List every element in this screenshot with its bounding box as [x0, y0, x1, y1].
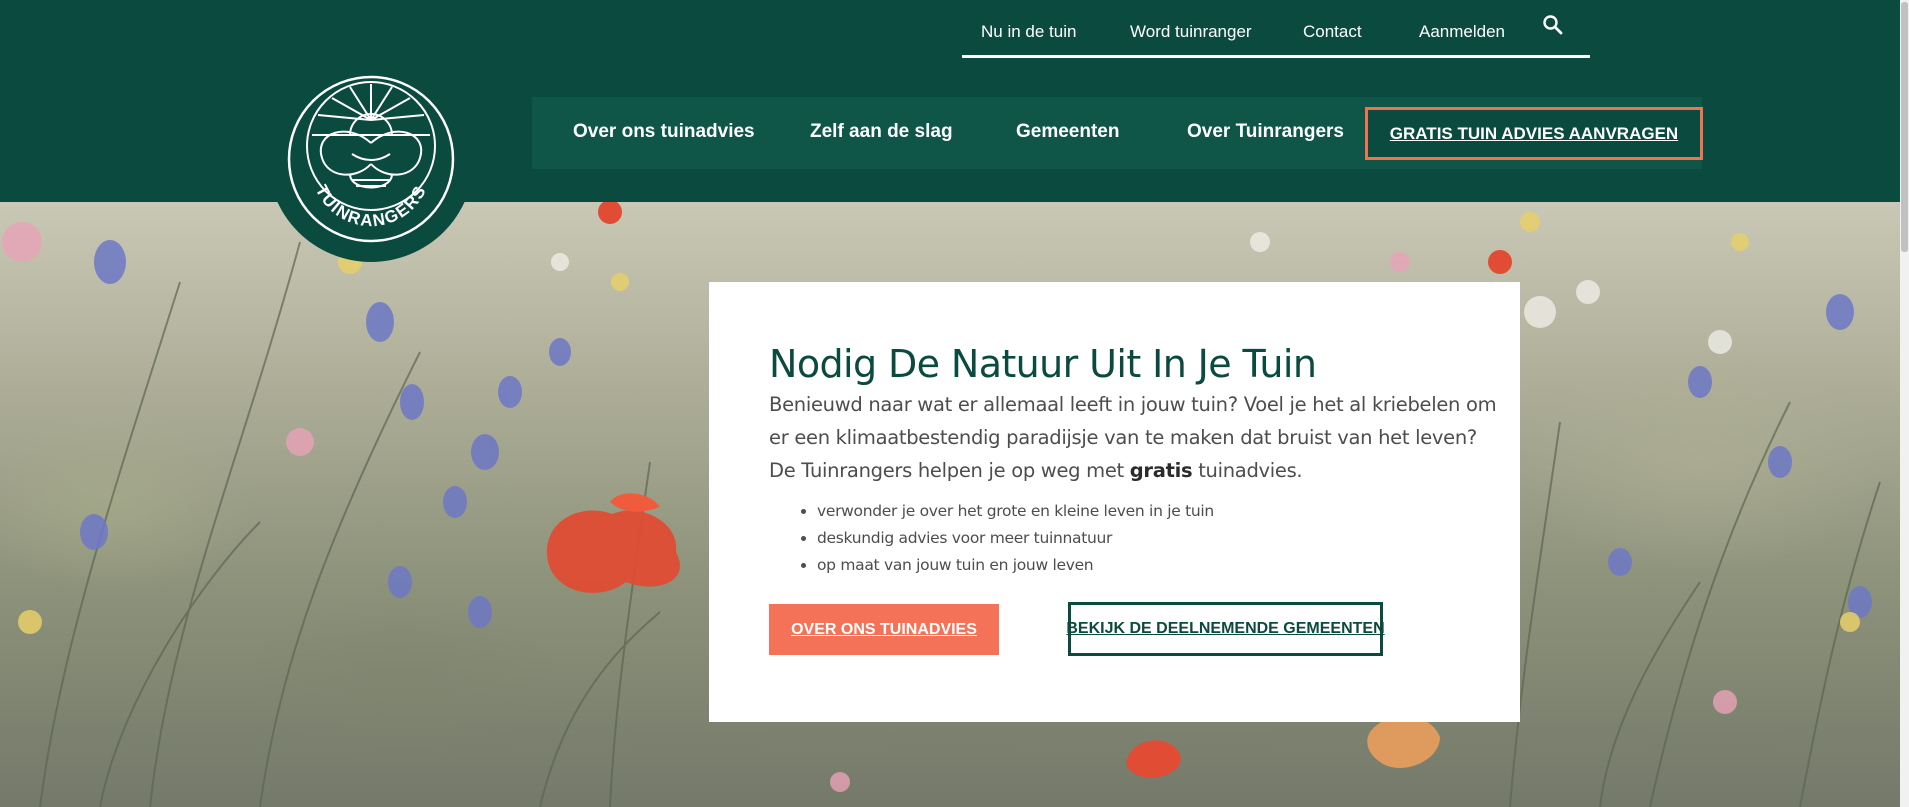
top-nav-item-contact[interactable]: Contact: [1303, 22, 1362, 42]
nav-item-over-tuinrangers[interactable]: Over Tuinrangers: [1187, 121, 1344, 143]
tuinrangers-logo[interactable]: TUINRANGERS: [268, 56, 474, 262]
intro-emphasis: gratis: [1129, 459, 1193, 482]
scrollbar-thumb[interactable]: [1901, 2, 1908, 252]
page-scrollbar[interactable]: [1900, 0, 1909, 807]
top-nav: Nu in de tuin Word tuinranger Contact Aa…: [962, 0, 1590, 58]
search-icon[interactable]: [1542, 14, 1564, 36]
top-nav-item-word-tuinranger[interactable]: Word tuinranger: [1130, 22, 1252, 42]
nav-item-over-ons-tuinadvies[interactable]: Over ons tuinadvies: [573, 121, 755, 143]
free-garden-advice-button[interactable]: GRATIS TUIN ADVIES AANVRAGEN: [1365, 107, 1703, 160]
main-nav: Over ons tuinadvies Zelf aan de slag Gem…: [532, 97, 1703, 169]
nav-item-zelf-aan-de-slag[interactable]: Zelf aan de slag: [810, 121, 953, 143]
list-item: op maat van jouw tuin en jouw leven: [817, 552, 1214, 579]
top-nav-item-aanmelden[interactable]: Aanmelden: [1419, 22, 1505, 42]
view-municipalities-button[interactable]: BEKIJK DE DEELNEMENDE GEMEENTEN: [1066, 602, 1385, 656]
hero-card: Nodig De Natuur Uit In Je Tuin Benieuwd …: [709, 282, 1520, 722]
nav-item-gemeenten[interactable]: Gemeenten: [1016, 121, 1119, 143]
list-item: verwonder je over het grote en kleine le…: [817, 498, 1214, 525]
about-garden-advice-button[interactable]: OVER ONS TUINADVIES: [769, 604, 999, 655]
list-item: deskundig advies voor meer tuinnatuur: [817, 525, 1214, 552]
hero-title: Nodig De Natuur Uit In Je Tuin: [769, 342, 1317, 386]
hero-intro: Benieuwd naar wat er allemaal leeft in j…: [769, 393, 1497, 482]
benefits-list: verwonder je over het grote en kleine le…: [817, 498, 1214, 579]
logo-wordmark: TUINRANGERS: [312, 182, 431, 230]
hero-banner: Nodig De Natuur Uit In Je Tuin Benieuwd …: [0, 202, 1900, 807]
top-nav-item-nu-in-de-tuin[interactable]: Nu in de tuin: [981, 22, 1076, 42]
